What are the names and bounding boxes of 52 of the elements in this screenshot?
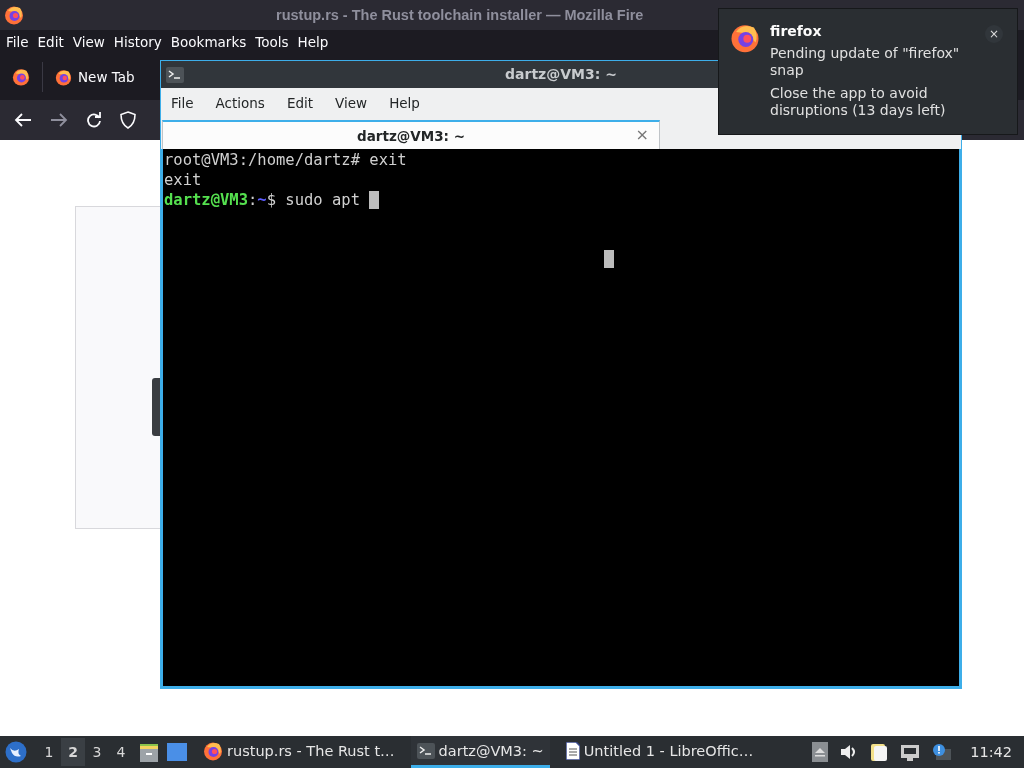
document-icon bbox=[565, 741, 580, 760]
side-handle[interactable] bbox=[152, 378, 160, 436]
eject-icon[interactable] bbox=[812, 742, 829, 762]
menu-item[interactable]: View bbox=[72, 34, 114, 50]
close-button[interactable]: × bbox=[985, 25, 1003, 43]
window-title: dartz@VM3: ~ bbox=[505, 66, 617, 82]
taskbar-task[interactable]: Untitled 1 - LibreOffic… bbox=[559, 736, 760, 768]
menu-item[interactable]: Actions bbox=[215, 94, 287, 111]
network-icon[interactable] bbox=[900, 743, 921, 761]
taskbar-task[interactable]: rustup.rs - The Rust t… bbox=[197, 736, 401, 768]
start-menu-icon[interactable] bbox=[5, 741, 27, 763]
mouse-cursor-icon bbox=[604, 250, 614, 268]
menu-item[interactable]: File bbox=[171, 94, 216, 111]
clock: 11:42 bbox=[970, 744, 1012, 760]
terminal-line: root@VM3:/home/dartz# exit bbox=[164, 150, 407, 170]
taskbar-task[interactable]: dartz@VM3: ~ bbox=[410, 736, 550, 768]
menu-item[interactable]: Edit bbox=[286, 94, 336, 111]
notification-message: Pending update of "firefox" snap bbox=[770, 45, 961, 79]
firefox-icon bbox=[12, 68, 30, 86]
menu-item[interactable]: Help bbox=[297, 34, 338, 50]
terminal-tab[interactable]: dartz@VM3: ~ × bbox=[162, 120, 660, 149]
terminal-icon bbox=[166, 66, 184, 83]
menu-item[interactable]: Help bbox=[389, 94, 442, 111]
clipboard-icon[interactable] bbox=[870, 742, 889, 762]
firefox-icon bbox=[730, 23, 760, 53]
menu-item[interactable]: Bookmarks bbox=[170, 34, 256, 50]
firefox-icon bbox=[4, 5, 24, 25]
shield-icon[interactable] bbox=[120, 111, 136, 129]
firefox-icon bbox=[203, 740, 223, 761]
workspace-button[interactable]: 3 bbox=[85, 738, 109, 766]
reload-icon[interactable] bbox=[86, 112, 102, 128]
workspace-button[interactable]: 4 bbox=[109, 738, 133, 766]
firefox-icon bbox=[55, 68, 72, 86]
forward-icon[interactable] bbox=[50, 112, 68, 128]
menu-item[interactable]: Tools bbox=[255, 34, 298, 50]
terminal-line: exit bbox=[164, 170, 202, 190]
terminal-line: dartz@VM3:~$ sudo apt bbox=[164, 190, 361, 210]
menu-item[interactable]: Edit bbox=[37, 34, 73, 50]
update-icon[interactable] bbox=[932, 743, 953, 761]
terminal-icon bbox=[416, 742, 435, 759]
notification-detail: Close the app to avoid disruptions (13 days left) bbox=[770, 85, 947, 119]
file-cabinet-icon[interactable] bbox=[139, 742, 159, 762]
back-icon[interactable] bbox=[14, 112, 32, 128]
workspace-button[interactable]: 2 bbox=[61, 738, 85, 766]
menu-item[interactable]: File bbox=[6, 34, 38, 50]
workspace-button[interactable]: 1 bbox=[37, 738, 61, 766]
browser-tab[interactable]: New Tab bbox=[43, 68, 135, 86]
notification-title: firefox bbox=[770, 23, 823, 39]
menu-item[interactable]: View bbox=[335, 94, 390, 111]
window-title: rustup.rs - The Rust toolchain installer — Mozilla Fire bbox=[276, 7, 644, 23]
menu-item[interactable]: History bbox=[113, 34, 171, 50]
close-button[interactable]: × bbox=[635, 125, 649, 144]
